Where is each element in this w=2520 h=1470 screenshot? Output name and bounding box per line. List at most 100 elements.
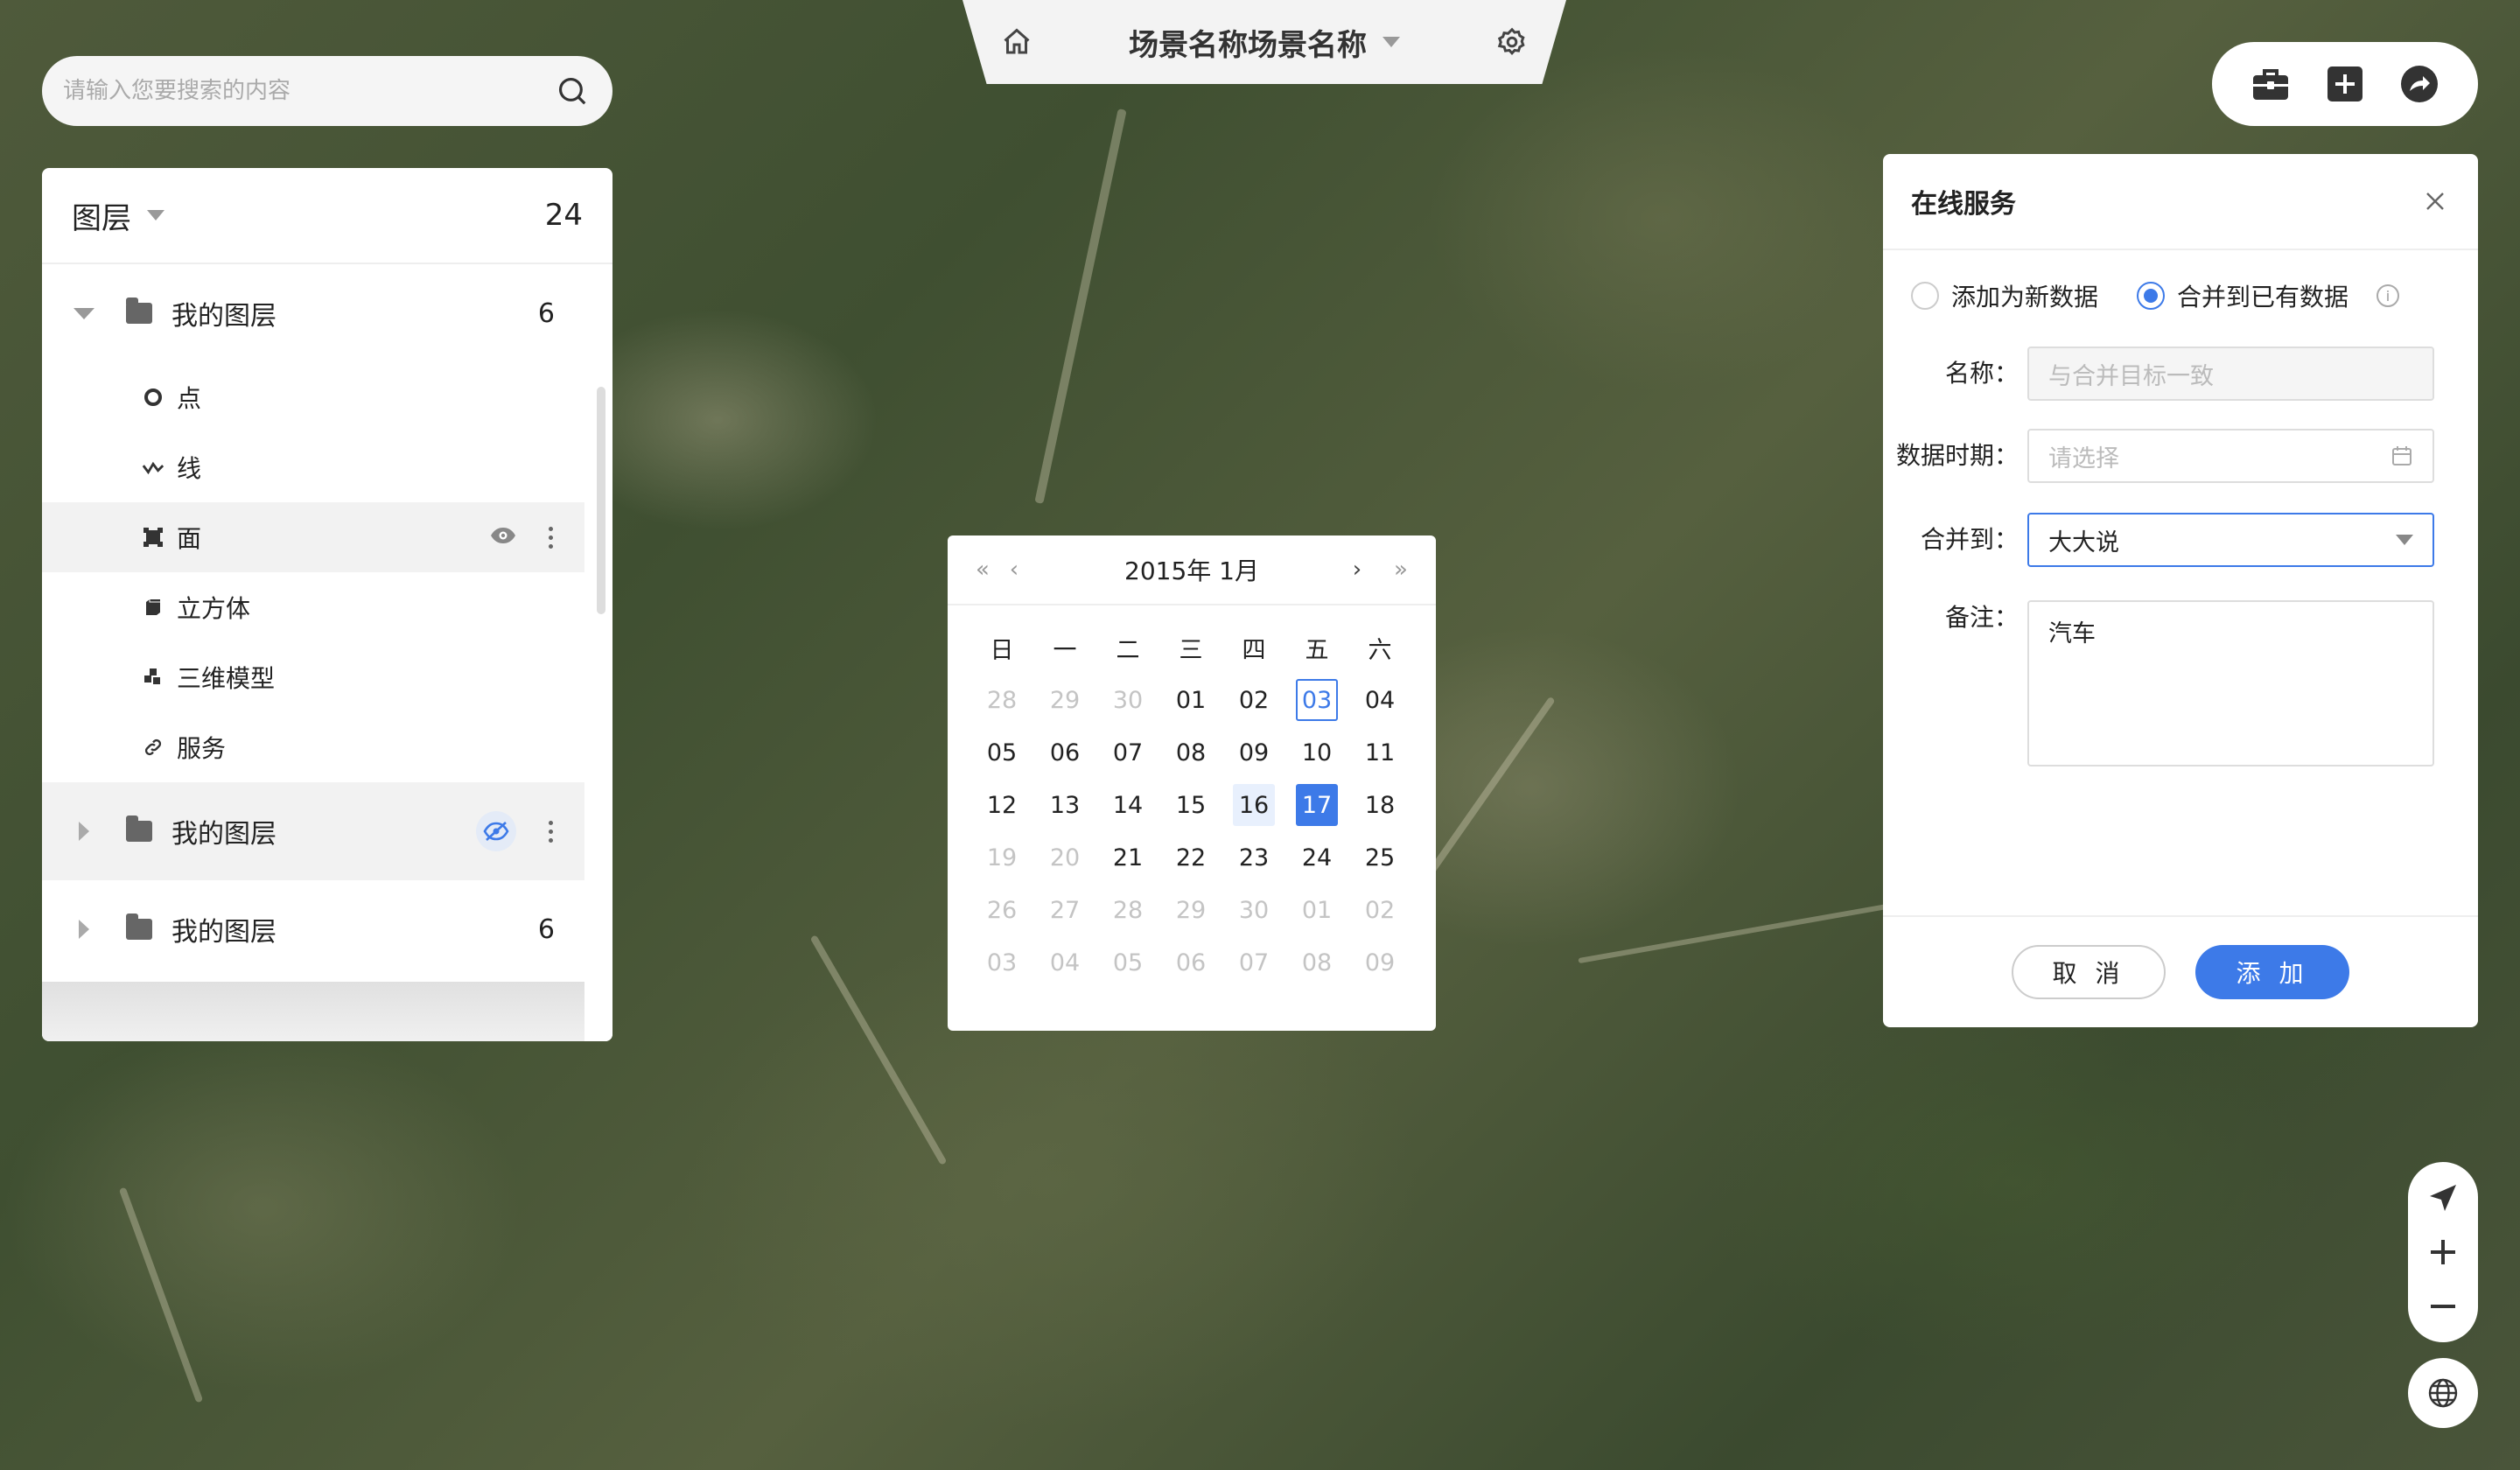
add-button[interactable]: 添 加 bbox=[2195, 945, 2349, 999]
merge-target-select[interactable]: 大大说 bbox=[2027, 513, 2434, 567]
plus-square-icon bbox=[2327, 66, 2362, 102]
close-button[interactable] bbox=[2420, 186, 2450, 216]
date-cell[interactable]: 22 bbox=[1170, 836, 1212, 878]
radio-merge[interactable] bbox=[2137, 282, 2166, 310]
date-cell[interactable]: 01 bbox=[1296, 889, 1338, 931]
toolbox-button[interactable] bbox=[2248, 61, 2293, 107]
layer-item-label: 点 bbox=[177, 384, 202, 413]
date-cell[interactable]: 30 bbox=[1233, 889, 1275, 931]
home-button[interactable] bbox=[998, 23, 1036, 61]
dialog-footer: 取 消 添 加 bbox=[1883, 915, 2478, 1027]
date-picker-popup: « ‹ 2015年 1月 › » 日 一 二 三 四 五 六 28 29 30 01 02 03 04 05… bbox=[948, 536, 1436, 1031]
date-cell[interactable]: 14 bbox=[1107, 784, 1149, 826]
date-cell[interactable]: 18 bbox=[1359, 784, 1401, 826]
note-textarea[interactable]: 汽车 bbox=[2027, 600, 2434, 766]
visibility-toggle[interactable] bbox=[490, 526, 516, 549]
prev-year-button[interactable]: « bbox=[967, 556, 998, 583]
add-button[interactable] bbox=[2322, 61, 2368, 107]
date-cell[interactable]: 06 bbox=[1044, 732, 1086, 774]
next-year-button[interactable]: » bbox=[1385, 556, 1417, 583]
cancel-button[interactable]: 取 消 bbox=[2012, 945, 2166, 999]
radio-add-new[interactable] bbox=[1911, 282, 1939, 310]
date-cell[interactable]: 27 bbox=[1044, 889, 1086, 931]
radio-add-new-label[interactable]: 添加为新数据 bbox=[1951, 278, 2098, 313]
date-cell[interactable]: 25 bbox=[1359, 836, 1401, 878]
date-cell[interactable]: 24 bbox=[1296, 836, 1338, 878]
layer-panel-title-dropdown[interactable]: 图层 bbox=[72, 194, 164, 237]
more-menu-button[interactable] bbox=[546, 526, 555, 549]
collapse-toggle[interactable] bbox=[72, 307, 96, 319]
settings-button[interactable] bbox=[1493, 23, 1531, 61]
weekday-header: 六 bbox=[1368, 636, 1392, 664]
share-button[interactable] bbox=[2397, 61, 2442, 107]
date-cell[interactable]: 09 bbox=[1359, 942, 1401, 984]
prev-month-button[interactable]: ‹ bbox=[998, 556, 1030, 583]
date-cell[interactable]: 13 bbox=[1044, 784, 1086, 826]
radio-merge-label[interactable]: 合并到已有数据 bbox=[2177, 278, 2348, 313]
link-icon bbox=[142, 736, 164, 759]
date-cell[interactable]: 15 bbox=[1170, 784, 1212, 826]
date-cell[interactable]: 10 bbox=[1296, 732, 1338, 774]
date-cell[interactable]: 11 bbox=[1359, 732, 1401, 774]
layer-item-model[interactable]: 三维模型 bbox=[42, 642, 584, 712]
date-cell[interactable]: 20 bbox=[1044, 836, 1086, 878]
date-cell[interactable]: 05 bbox=[1107, 942, 1149, 984]
date-cell[interactable]: 23 bbox=[1233, 836, 1275, 878]
folder-icon bbox=[126, 298, 152, 324]
minus-icon bbox=[2431, 1305, 2455, 1308]
layer-group-3[interactable]: 我的图层 6 bbox=[42, 880, 584, 978]
layer-item-service[interactable]: 服务 bbox=[42, 712, 584, 782]
scrollbar-thumb[interactable] bbox=[597, 387, 606, 614]
date-cell[interactable]: 06 bbox=[1170, 942, 1212, 984]
date-cell[interactable]: 29 bbox=[1044, 679, 1086, 721]
zoom-out-button[interactable] bbox=[2420, 1284, 2466, 1329]
search-input[interactable] bbox=[63, 78, 553, 104]
period-label: 数据时期： bbox=[1895, 441, 2019, 470]
date-cell[interactable]: 07 bbox=[1233, 942, 1275, 984]
date-cell[interactable]: 19 bbox=[981, 836, 1023, 878]
more-menu-button[interactable] bbox=[546, 820, 555, 843]
layer-item-point[interactable]: 点 bbox=[42, 362, 584, 432]
toolbar bbox=[2212, 42, 2478, 126]
expand-toggle[interactable] bbox=[72, 822, 96, 841]
date-cell[interactable]: 05 bbox=[981, 732, 1023, 774]
date-cell[interactable]: 30 bbox=[1107, 679, 1149, 721]
layer-group-1[interactable]: 我的图层 6 bbox=[42, 264, 584, 362]
chevron-down-icon bbox=[147, 210, 164, 220]
date-cell[interactable]: 07 bbox=[1107, 732, 1149, 774]
search-button[interactable] bbox=[553, 72, 592, 110]
date-cell[interactable]: 03 bbox=[981, 942, 1023, 984]
basemap-switch-button[interactable] bbox=[2408, 1358, 2478, 1428]
caret-right-icon bbox=[79, 920, 89, 939]
layer-item-polygon[interactable]: 面 bbox=[42, 502, 584, 572]
date-cell[interactable]: 28 bbox=[1107, 889, 1149, 931]
date-cell[interactable]: 29 bbox=[1170, 889, 1212, 931]
weekday-header: 五 bbox=[1305, 636, 1329, 664]
date-cell[interactable]: 28 bbox=[981, 679, 1023, 721]
next-month-button[interactable]: › bbox=[1341, 556, 1373, 583]
period-date-field[interactable]: 请选择 bbox=[2027, 429, 2434, 483]
date-cell[interactable]: 12 bbox=[981, 784, 1023, 826]
layer-group-2[interactable]: 我的图层 bbox=[42, 782, 584, 880]
date-cell[interactable]: 09 bbox=[1233, 732, 1275, 774]
date-cell[interactable]: 04 bbox=[1044, 942, 1086, 984]
date-cell[interactable]: 02 bbox=[1359, 889, 1401, 931]
scene-title-dropdown[interactable]: 场景名称场景名称 bbox=[1129, 21, 1400, 64]
date-cell[interactable]: 01 bbox=[1170, 679, 1212, 721]
date-cell[interactable]: 21 bbox=[1107, 836, 1149, 878]
date-cell[interactable]: 17 bbox=[1296, 784, 1338, 826]
date-cell[interactable]: 02 bbox=[1233, 679, 1275, 721]
layer-item-line[interactable]: 线 bbox=[42, 432, 584, 502]
zoom-in-button[interactable] bbox=[2420, 1229, 2466, 1275]
date-cell[interactable]: 08 bbox=[1170, 732, 1212, 774]
visibility-toggle[interactable] bbox=[476, 811, 516, 851]
date-cell[interactable]: 26 bbox=[981, 889, 1023, 931]
date-cell[interactable]: 16 bbox=[1233, 784, 1275, 826]
layer-item-cube[interactable]: 立方体 bbox=[42, 572, 584, 642]
expand-toggle[interactable] bbox=[72, 920, 96, 939]
date-cell[interactable]: 08 bbox=[1296, 942, 1338, 984]
info-icon[interactable]: i bbox=[2376, 284, 2400, 307]
date-cell[interactable]: 03 bbox=[1296, 679, 1338, 721]
date-cell[interactable]: 04 bbox=[1359, 679, 1401, 721]
locate-button[interactable] bbox=[2420, 1175, 2466, 1221]
